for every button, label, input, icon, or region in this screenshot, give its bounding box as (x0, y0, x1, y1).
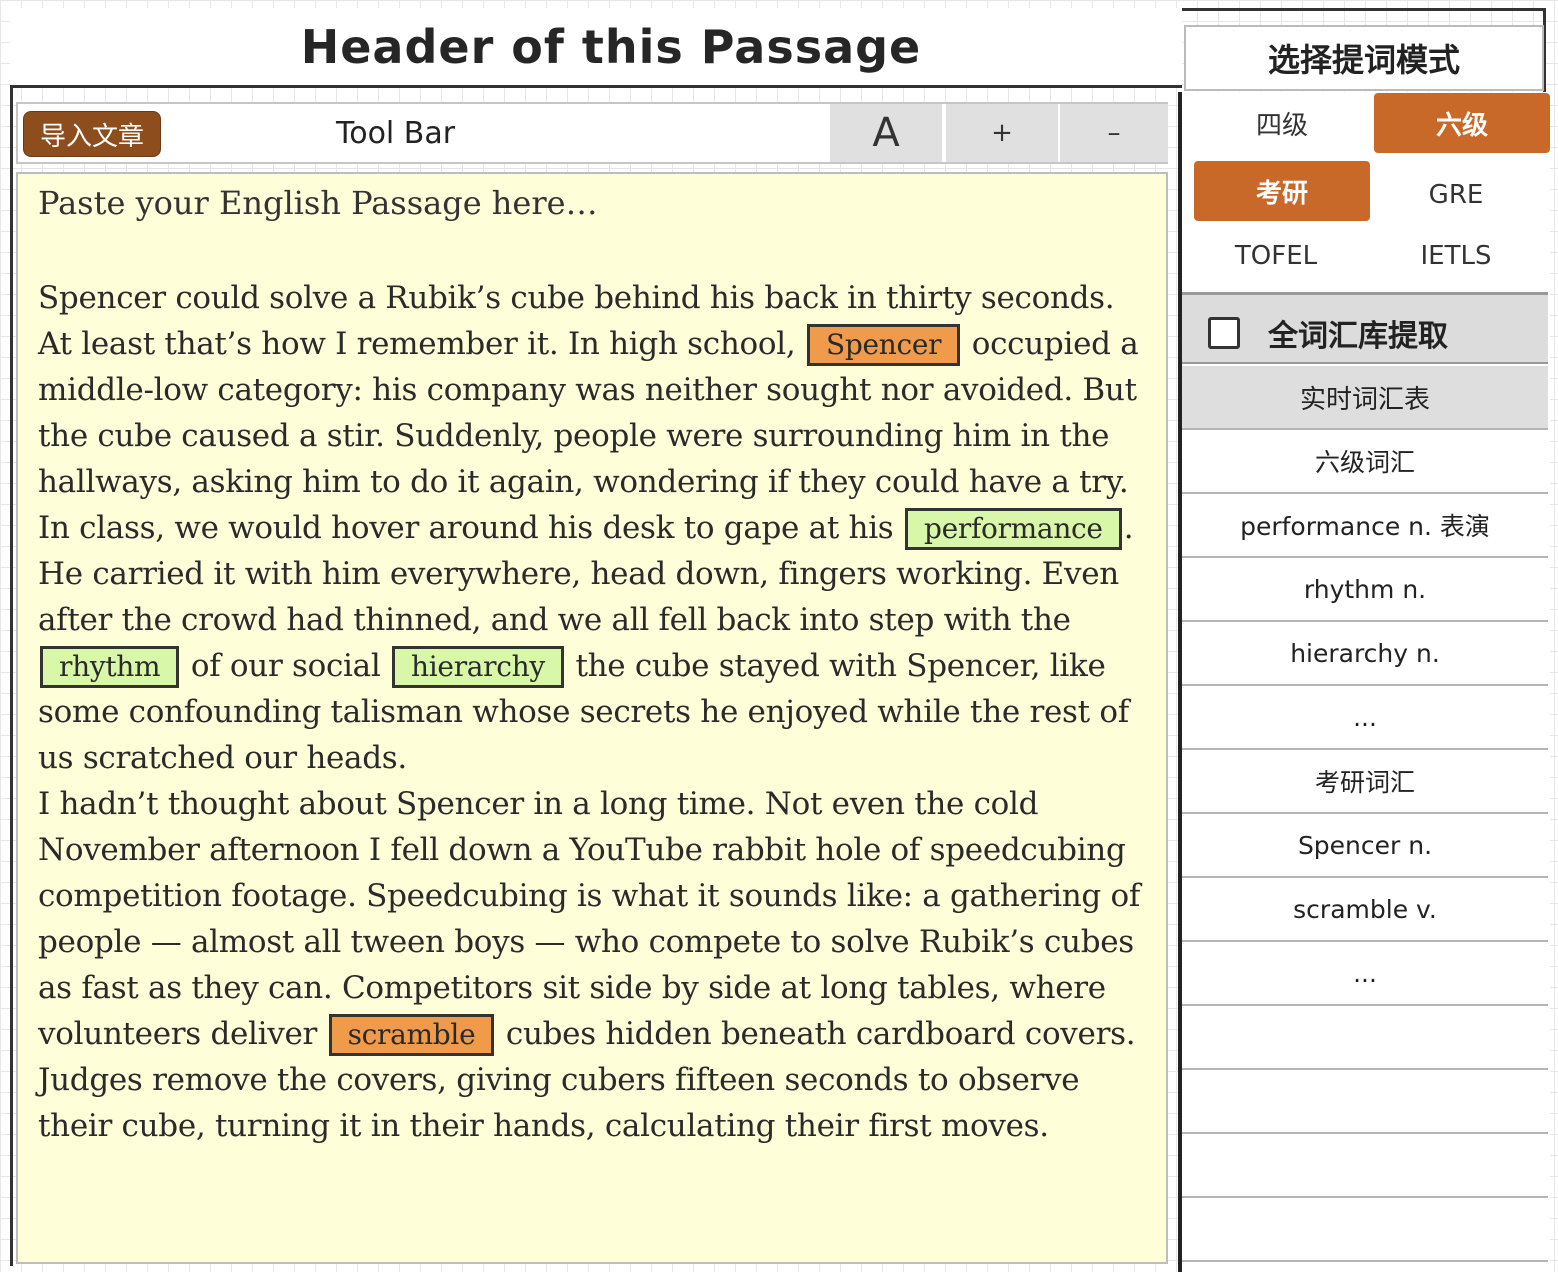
vocab-row: performance n. 表演 (1182, 494, 1548, 558)
passage-segment: I hadn’t thought about Spencer in a long… (38, 786, 1141, 1052)
toolbar-label: Tool Bar (336, 116, 456, 151)
passage-header: Header of this Passage (10, 8, 1182, 88)
level-kaoyan[interactable]: 考研 (1194, 161, 1370, 221)
font-button[interactable]: A (828, 104, 942, 162)
vocab-row (1182, 1006, 1548, 1070)
import-article-button[interactable]: 导入文章 (24, 112, 160, 156)
full-library-label: 全词汇库提取 (1268, 319, 1448, 354)
vocab-row: rhythm n. (1182, 558, 1548, 622)
vocab-row: scramble v. (1182, 878, 1548, 942)
font-decrease-button[interactable]: – (1058, 104, 1168, 162)
level-toefl[interactable]: TOFEL (1188, 226, 1364, 286)
vocab-row (1182, 1198, 1548, 1262)
full-library-checkbox[interactable] (1208, 317, 1240, 349)
passage-text[interactable]: Spencer could solve a Rubik’s cube behin… (38, 275, 1153, 1149)
vocab-row: hierarchy n. (1182, 622, 1548, 686)
vocab-row (1182, 1070, 1548, 1134)
vocab-header: 实时词汇表 (1182, 366, 1548, 430)
vocab-row: 考研词汇 (1182, 750, 1548, 814)
highlighted-word[interactable]: performance (904, 508, 1122, 550)
vocab-row (1182, 1134, 1548, 1198)
editor-placeholder: Paste your English Passage here… (38, 184, 598, 222)
level-gre[interactable]: GRE (1368, 165, 1544, 225)
vocab-row: ... (1182, 942, 1548, 1006)
passage-title: Header of this Passage (300, 19, 922, 74)
highlighted-word[interactable]: hierarchy (392, 646, 564, 688)
vocab-row: Spencer n. (1182, 814, 1548, 878)
passage-segment: of our social (181, 648, 391, 684)
highlighted-word[interactable]: Spencer (806, 324, 961, 366)
highlighted-word[interactable]: scramble (328, 1014, 495, 1056)
vocab-list: 实时词汇表 六级词汇 performance n. 表演 rhythm n. hier… (1182, 366, 1548, 1262)
level-ielts[interactable]: IETLS (1368, 226, 1544, 286)
level-cet6[interactable]: 六级 (1374, 93, 1550, 153)
level-cet4[interactable]: 四级 (1194, 93, 1370, 153)
highlighted-word[interactable]: rhythm (40, 646, 180, 688)
vocab-row: 六级词汇 (1182, 430, 1548, 494)
font-increase-button[interactable]: + (944, 104, 1058, 162)
passage-editor[interactable]: Paste your English Passage here… Spencer… (16, 172, 1168, 1264)
full-library-toggle[interactable]: 全词汇库提取 (1182, 292, 1548, 364)
vocab-row: ... (1182, 686, 1548, 750)
mode-title: 选择提词模式 (1184, 25, 1544, 91)
toolbar: 导入文章 Tool Bar A + – (16, 102, 1168, 164)
